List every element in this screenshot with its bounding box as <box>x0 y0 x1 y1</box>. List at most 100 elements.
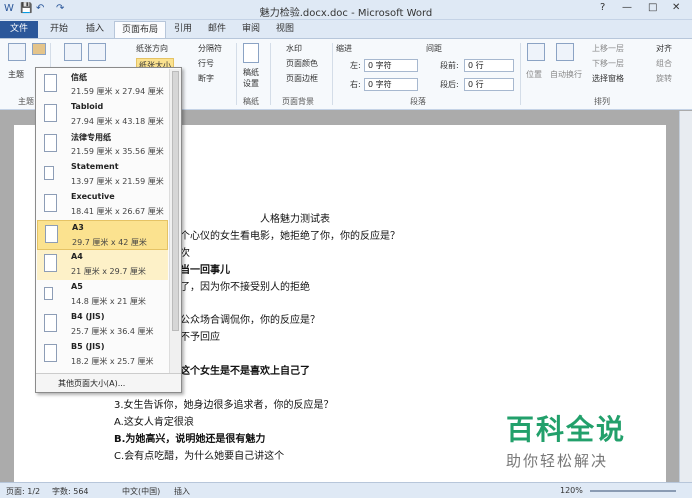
paper-size-menu: 信纸 21.59 厘米 x 27.94 厘米 Tabloid 27.94 厘米 … <box>35 67 182 393</box>
word-count[interactable]: 字数: 564 <box>52 486 89 497</box>
tab-insert[interactable]: 插入 <box>78 21 112 38</box>
doc-line: A.这女人肯定很浪 <box>114 417 194 428</box>
tab-review[interactable]: 审阅 <box>236 21 266 38</box>
draft-settings-button[interactable]: 稿纸 设置 <box>243 67 259 89</box>
zoom-slider[interactable] <box>590 490 676 492</box>
paper-option-size: 21.59 厘米 x 27.94 厘米 <box>71 87 164 96</box>
paper-option-statement[interactable]: Statement 13.97 厘米 x 21.59 厘米 <box>37 160 168 190</box>
align-button[interactable]: 对齐 <box>656 43 672 54</box>
spacing-before-input[interactable]: 0 行 <box>464 59 514 72</box>
tab-file[interactable]: 文件 <box>0 21 38 38</box>
colors-icon[interactable] <box>32 43 46 55</box>
bring-forward-button[interactable]: 上移一层 <box>592 43 624 54</box>
ribbon-tabs: 文件 开始 插入 页面布局 引用 邮件 审阅 视图 <box>0 20 692 38</box>
hyphenation-button[interactable]: 断字 <box>198 73 214 84</box>
paper-option-name: A3 <box>72 223 84 232</box>
page-icon <box>44 74 57 92</box>
orientation-button[interactable]: 纸张方向 <box>136 43 168 54</box>
zoom-level[interactable]: 120% <box>560 486 583 495</box>
tab-home[interactable]: 开始 <box>42 21 76 38</box>
watermark-button[interactable]: 水印 <box>286 43 302 54</box>
menu-scroll-thumb[interactable] <box>172 71 179 331</box>
position-icon[interactable] <box>527 43 545 61</box>
tab-view[interactable]: 视图 <box>270 21 300 38</box>
spacing-after-input[interactable]: 0 行 <box>464 78 514 91</box>
page-border-button[interactable]: 页面边框 <box>286 73 318 84</box>
theme-group-label: 主题 <box>18 97 34 106</box>
maximize-button[interactable]: □ <box>648 2 657 13</box>
divider <box>270 43 271 105</box>
paper-option-a4[interactable]: A4 21 厘米 x 29.7 厘米 <box>37 250 168 280</box>
draft-paper-icon[interactable] <box>243 43 259 63</box>
language-status[interactable]: 中文(中国) <box>122 486 160 497</box>
indent-title: 缩进 <box>336 44 352 53</box>
theme-button[interactable]: 主题 <box>8 69 24 80</box>
paper-option-size: 27.94 厘米 x 43.18 厘米 <box>71 117 164 126</box>
position-button[interactable]: 位置 <box>526 69 542 80</box>
indent-left-input[interactable]: 0 字符 <box>364 59 418 72</box>
help-icon[interactable]: ? <box>600 2 605 13</box>
group-button[interactable]: 组合 <box>656 58 672 69</box>
paper-option-b4-jis[interactable]: B4 (JIS) 25.7 厘米 x 36.4 厘米 <box>37 310 168 340</box>
spacing-before-label: 段前: <box>440 61 459 70</box>
divider <box>520 43 521 105</box>
doc-line: 这个女生是不是喜欢上自己了 <box>180 366 310 377</box>
send-backward-button[interactable]: 下移一层 <box>592 58 624 69</box>
page-count[interactable]: 页面: 1/2 <box>6 486 40 497</box>
doc-line: C.会有点吃醋，为什么她要自己讲这个 <box>114 451 285 462</box>
rotate-button[interactable]: 旋转 <box>656 73 672 84</box>
wrap-text-icon[interactable] <box>556 43 574 61</box>
page-icon <box>44 166 54 180</box>
doc-title: 人格魅力测试表 <box>260 214 330 225</box>
page-icon <box>44 254 57 272</box>
title-bar: W 💾 ↶ ↷ 魅力检验.docx.doc - Microsoft Word ?… <box>0 0 692 20</box>
page-color-button[interactable]: 页面颜色 <box>286 58 318 69</box>
more-paper-sizes-label: 其他页面大小(A)... <box>58 379 126 388</box>
paper-option-name: Statement <box>71 162 119 171</box>
paper-option-name: A4 <box>71 252 83 261</box>
page-icon <box>44 287 53 300</box>
paper-option-name: B4 (JIS) <box>71 312 105 321</box>
paper-option-b5-jis[interactable]: B5 (JIS) 18.2 厘米 x 25.7 厘米 <box>37 340 168 370</box>
close-button[interactable]: ✕ <box>672 2 680 13</box>
tab-page-layout[interactable]: 页面布局 <box>114 21 166 38</box>
paper-option-tabloid[interactable]: Tabloid 27.94 厘米 x 43.18 厘米 <box>37 100 168 130</box>
page-icon <box>44 104 57 122</box>
paragraph-group-label: 段落 <box>410 97 426 106</box>
indent-right-input[interactable]: 0 字符 <box>364 78 418 91</box>
watermark-logo: 百科全说 助你轻松解决 <box>506 408 646 470</box>
paper-option-a5[interactable]: A5 14.8 厘米 x 21 厘米 <box>37 280 168 310</box>
minimize-button[interactable]: — <box>622 2 632 13</box>
tab-references[interactable]: 引用 <box>168 21 198 38</box>
tab-mailings[interactable]: 邮件 <box>202 21 232 38</box>
breaks-button[interactable]: 分隔符 <box>198 43 222 54</box>
paper-option-name: A5 <box>71 282 83 291</box>
watermark-main: 百科全说 <box>506 413 627 446</box>
divider <box>332 43 333 105</box>
doc-line: 不予回应 <box>180 332 220 343</box>
paper-option-size: 25.7 厘米 x 36.4 厘米 <box>71 327 154 336</box>
paper-option-name: 法律专用纸 <box>71 133 111 142</box>
paper-option-a3[interactable]: A3 29.7 厘米 x 42 厘米 <box>37 220 168 250</box>
menu-scrollbar[interactable] <box>169 69 181 373</box>
paper-option-legal[interactable]: 法律专用纸 21.59 厘米 x 35.56 厘米 <box>37 130 168 160</box>
wrap-text-button[interactable]: 自动换行 <box>550 69 582 80</box>
page-icon <box>44 134 57 152</box>
paper-option-executive[interactable]: Executive 18.41 厘米 x 26.67 厘米 <box>37 190 168 220</box>
more-paper-sizes-item[interactable]: 其他页面大小(A)... <box>36 373 181 392</box>
paper-option-letter[interactable]: 信纸 21.59 厘米 x 27.94 厘米 <box>37 70 168 100</box>
paper-option-name: B5 (JIS) <box>71 342 105 351</box>
vertical-scrollbar[interactable] <box>679 111 692 482</box>
columns-icon[interactable] <box>88 43 106 61</box>
selection-pane-button[interactable]: 选择窗格 <box>592 73 624 84</box>
theme-icon[interactable] <box>8 43 26 61</box>
paper-option-name: Tabloid <box>71 102 104 111</box>
line-numbers-button[interactable]: 行号 <box>198 58 214 69</box>
page-icon <box>44 314 57 332</box>
paper-option-name: Executive <box>71 192 115 201</box>
arrange-group-label: 排列 <box>594 97 610 106</box>
margins-icon[interactable] <box>64 43 82 61</box>
paper-option-size: 14.8 厘米 x 21 厘米 <box>71 297 146 306</box>
insert-mode[interactable]: 插入 <box>174 486 190 497</box>
doc-line: 了，因为你不接受别人的拒绝 <box>180 282 310 293</box>
